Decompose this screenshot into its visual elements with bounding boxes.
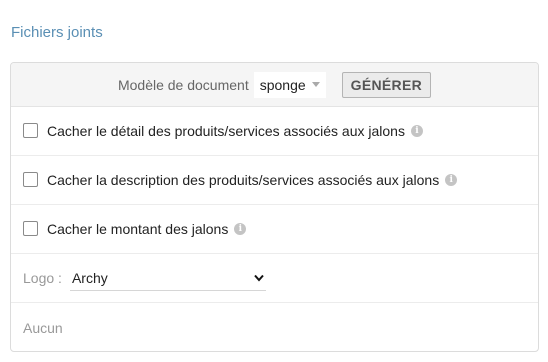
option-row-hide-description: Cacher la description des produits/servi…: [11, 156, 538, 205]
hide-amount-label: Cacher le montant des jalons: [47, 221, 229, 237]
logo-select[interactable]: Archy: [69, 265, 266, 291]
option-row-hide-amount: Cacher le montant des jalons i: [11, 205, 538, 254]
logo-label: Logo :: [23, 270, 62, 286]
chevron-down-icon: [254, 274, 264, 282]
document-model-label: Modèle de document: [117, 76, 249, 93]
document-model-value: sponge: [259, 76, 306, 93]
hide-detail-checkbox[interactable]: [23, 122, 38, 138]
generate-button[interactable]: GÉNÉRER: [341, 71, 432, 98]
hide-description-checkbox[interactable]: [23, 171, 38, 187]
attachments-empty-text: Aucun: [23, 319, 63, 336]
document-model-row: Modèle de document sponge GÉNÉRER: [11, 63, 538, 107]
hide-detail-label: Cacher le détail des produits/services a…: [47, 123, 405, 139]
hide-description-label: Cacher la description des produits/servi…: [47, 172, 440, 188]
option-row-hide-detail: Cacher le détail des produits/services a…: [11, 107, 538, 156]
caret-down-icon: [311, 82, 320, 87]
info-icon[interactable]: i: [445, 174, 458, 186]
document-model-select[interactable]: sponge: [253, 71, 326, 98]
section-title: Fichiers joints: [11, 24, 103, 41]
attachments-panel: Modèle de document sponge GÉNÉRER Cacher…: [10, 62, 539, 352]
hide-amount-checkbox[interactable]: [23, 220, 38, 236]
info-icon[interactable]: i: [234, 223, 247, 235]
info-icon[interactable]: i: [410, 125, 423, 137]
logo-value: Archy: [71, 269, 108, 286]
logo-row: Logo : Archy: [11, 254, 538, 303]
